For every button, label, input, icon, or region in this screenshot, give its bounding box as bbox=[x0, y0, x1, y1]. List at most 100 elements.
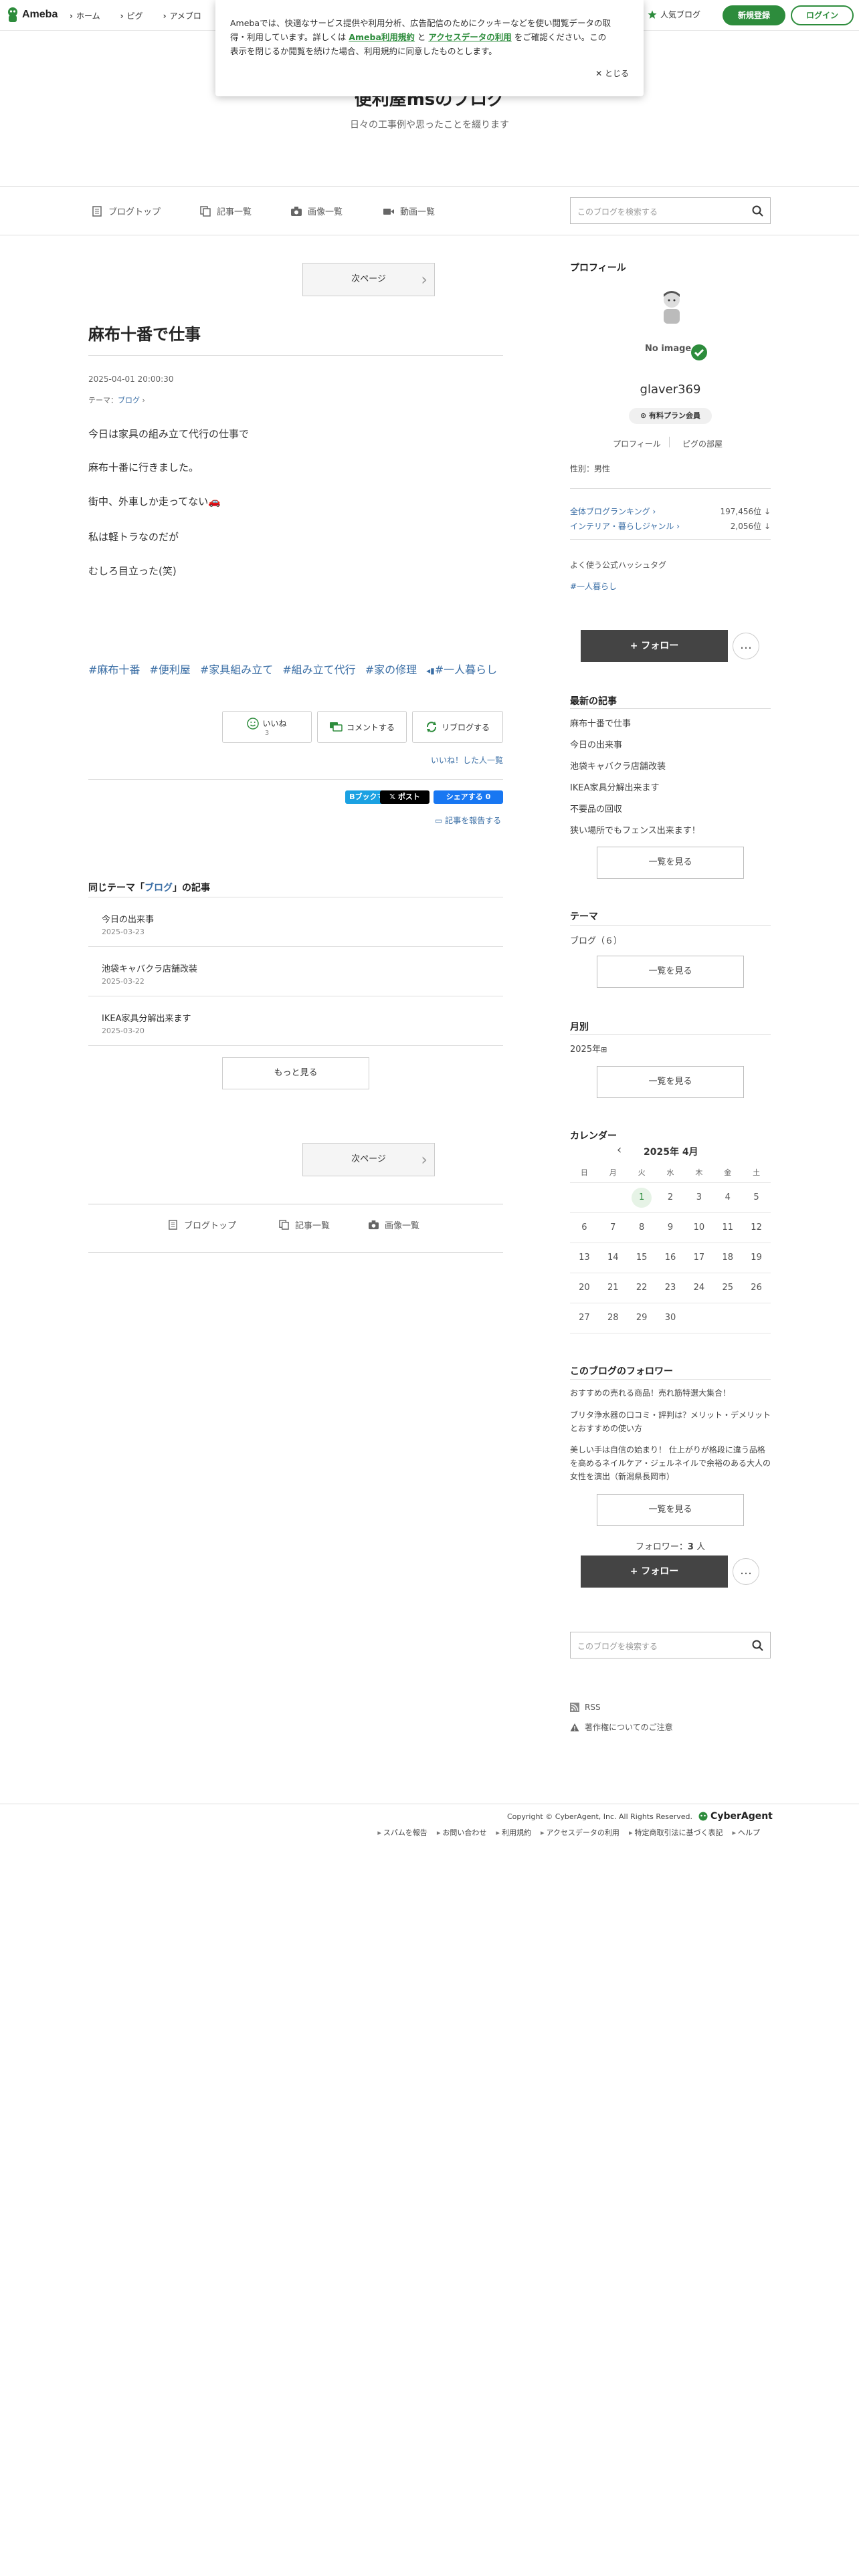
follower-count-value: 3 bbox=[687, 1542, 694, 1552]
cookie-text-line1: Amebaでは、快適なサービス提供や利用分析、広告配信のためにクッキーなどを使い… bbox=[230, 18, 611, 28]
nav-entry-list[interactable]: 記事一覧 bbox=[199, 205, 252, 217]
calendar-day: 27 bbox=[570, 1303, 599, 1333]
related-theme-link[interactable]: ブログ bbox=[145, 883, 173, 893]
bottom-nav-image-list[interactable]: 画像一覧 bbox=[368, 1218, 419, 1231]
hashtag-link[interactable]: #一人暮らし bbox=[570, 580, 617, 592]
logo-text: Ameba bbox=[22, 9, 58, 20]
hashtag-link[interactable]: #家具組み立て bbox=[200, 661, 273, 677]
related-item[interactable]: 池袋キャバクラ店舗改装 2025-03-22 bbox=[88, 947, 503, 996]
related-heading: 同じテーマ「ブログ」の記事 bbox=[88, 881, 210, 894]
genre-ranking-link[interactable]: インテリア・暮らしジャンル › bbox=[570, 520, 680, 532]
bottom-nav-entry-list[interactable]: 記事一覧 bbox=[278, 1218, 330, 1231]
more-related-button[interactable]: もっと見る bbox=[222, 1057, 369, 1089]
login-button[interactable]: ログイン bbox=[791, 5, 854, 25]
close-label: とじる bbox=[604, 69, 629, 78]
follower-post[interactable]: ブリタ浄水器の口コミ・評判は？メリット・デメリットとおすすめの使い方 bbox=[570, 1408, 771, 1435]
related-item[interactable]: IKEA家具分解出来ます 2025-03-20 bbox=[88, 996, 503, 1046]
theme-item[interactable]: ブログ（６） bbox=[570, 934, 622, 946]
like-button[interactable]: いいね 3 bbox=[222, 711, 312, 743]
nav-pigg[interactable]: ピグ bbox=[120, 10, 143, 21]
search-icon[interactable] bbox=[752, 205, 763, 217]
hashtag-link[interactable]: #麻布十番 bbox=[88, 661, 140, 677]
latest-entry[interactable]: 不要品の回収 bbox=[570, 802, 622, 815]
facebook-share-button[interactable]: シェアする 0 bbox=[434, 790, 503, 804]
rss-link[interactable]: RSS bbox=[570, 1703, 601, 1712]
hashtag-link[interactable]: #家の修理 bbox=[365, 661, 417, 677]
footer-link-help[interactable]: ヘルプ bbox=[732, 1827, 760, 1838]
more-options-button[interactable]: … bbox=[733, 633, 759, 659]
nav-ameblo[interactable]: アメブロ bbox=[163, 10, 201, 21]
nav-blog-top[interactable]: ブログトップ bbox=[91, 205, 161, 217]
calendar-heading: カレンダー bbox=[570, 1131, 617, 1142]
verified-check-icon bbox=[691, 344, 707, 360]
cookie-close-button[interactable]: ✕ とじる bbox=[595, 67, 629, 81]
calendar-day: 7 bbox=[598, 1212, 628, 1243]
follow-button-bottom[interactable]: + フォロー bbox=[581, 1555, 728, 1588]
footer-link-terms[interactable]: 利用規約 bbox=[496, 1827, 531, 1838]
footer-link-commercial-law[interactable]: 特定商取引法に基づく表記 bbox=[629, 1827, 723, 1838]
more-options-button-bottom[interactable]: … bbox=[733, 1558, 759, 1585]
follower-post[interactable]: おすすめの売れる商品！売れ筋特選大集合！ bbox=[570, 1387, 771, 1398]
latest-entry[interactable]: 麻布十番で仕事 bbox=[570, 716, 631, 729]
latest-entry[interactable]: 池袋キャバクラ店舗改装 bbox=[570, 759, 666, 772]
next-page-button-top[interactable]: 次ページ › bbox=[302, 263, 435, 296]
register-button[interactable]: 新規登録 bbox=[723, 5, 785, 25]
next-page-button-bottom[interactable]: 次ページ › bbox=[302, 1143, 435, 1176]
blog-search-input[interactable]: このブログを検索する bbox=[570, 197, 771, 224]
followers-list-button[interactable]: 一覧を見る bbox=[597, 1494, 744, 1526]
monthly-item[interactable]: 2025年⊞ bbox=[570, 1042, 607, 1055]
nav-home[interactable]: ホーム bbox=[70, 10, 100, 21]
username[interactable]: glaver369 bbox=[570, 383, 771, 397]
article-paragraph: 麻布十番に行きました。 bbox=[88, 461, 199, 473]
cyberagent-logo[interactable]: CyberAgent bbox=[698, 1811, 773, 1822]
calendar-prev-button[interactable]: ‹ bbox=[617, 1143, 622, 1157]
follow-button[interactable]: + フォロー bbox=[581, 630, 728, 662]
latest-list-button[interactable]: 一覧を見る bbox=[597, 847, 744, 879]
calendar-day: 29 bbox=[627, 1303, 656, 1333]
monthly-list-button[interactable]: 一覧を見る bbox=[597, 1066, 744, 1098]
access-data-link[interactable]: アクセスデータの利用 bbox=[428, 32, 511, 42]
reblog-label: リブログする bbox=[441, 722, 490, 732]
nav-video-list[interactable]: 動画一覧 bbox=[383, 205, 435, 217]
cyberagent-mascot-icon bbox=[698, 1812, 708, 1821]
article-title[interactable]: 麻布十番で仕事 bbox=[88, 321, 201, 344]
footer-link-spam[interactable]: スパムを報告 bbox=[377, 1827, 427, 1838]
popular-blogs-link[interactable]: 人気ブログ bbox=[648, 9, 700, 20]
related-item-title: 池袋キャバクラ店舗改装 bbox=[102, 964, 198, 974]
bottom-nav-blog-top[interactable]: ブログトップ bbox=[167, 1218, 236, 1231]
calendar-day-link[interactable]: 1 bbox=[632, 1187, 652, 1208]
hashtag-link[interactable]: ◂▮#一人暮らし bbox=[426, 661, 497, 677]
liked-users-link[interactable]: いいね！した人一覧 bbox=[431, 754, 503, 766]
latest-entry[interactable]: 狭い場所でもフェンス出来ます！ bbox=[570, 823, 700, 836]
reblog-button[interactable]: リブログする bbox=[412, 711, 503, 743]
hashtag-link[interactable]: #組み立て代行 bbox=[282, 661, 355, 677]
overall-ranking-link[interactable]: 全体ブログランキング › bbox=[570, 506, 656, 517]
terms-link[interactable]: Ameba利用規約 bbox=[349, 32, 415, 42]
copyright-notice-link[interactable]: 著作権についてのご注意 bbox=[570, 1721, 673, 1733]
search-icon[interactable] bbox=[752, 1640, 763, 1651]
latest-entry[interactable]: 今日の出来事 bbox=[570, 738, 622, 750]
nav-image-list[interactable]: 画像一覧 bbox=[290, 205, 343, 217]
theme-prefix: テーマ： bbox=[88, 396, 118, 405]
theme-link[interactable]: ブログ bbox=[118, 396, 140, 405]
follower-count-unit: 人 bbox=[693, 1542, 706, 1552]
latest-entry[interactable]: IKEA家具分解出来ます bbox=[570, 780, 659, 793]
theme-list-button[interactable]: 一覧を見る bbox=[597, 956, 744, 988]
calendar-week: 27 28 29 30 bbox=[570, 1303, 771, 1333]
related-item[interactable]: 今日の出来事 2025-03-23 bbox=[88, 897, 503, 947]
report-article-link[interactable]: ▭ 記事を報告する bbox=[435, 815, 501, 826]
x-post-button[interactable]: 𝕏 ポスト bbox=[380, 790, 430, 804]
ameba-logo[interactable]: Ameba bbox=[7, 7, 58, 23]
pigg-room-link[interactable]: ピグの部屋 bbox=[682, 438, 723, 449]
calendar-day-has-entry[interactable]: 1 bbox=[627, 1182, 656, 1213]
sidebar-search-input[interactable]: このブログを検索する bbox=[570, 1632, 771, 1658]
avatar[interactable]: No image bbox=[644, 286, 700, 354]
follower-post[interactable]: 美しい手は自信の始まり！ 仕上がりが格段に違う品格を高めるネイルケア・ジェルネイ… bbox=[570, 1443, 771, 1483]
footer-link-contact[interactable]: お問い合わせ bbox=[437, 1827, 486, 1838]
article-paragraph: 私は軽トラなのだが bbox=[88, 531, 179, 543]
like-count: 3 bbox=[264, 729, 270, 737]
hashtag-link[interactable]: #便利屋 bbox=[149, 661, 190, 677]
footer-link-access-data[interactable]: アクセスデータの利用 bbox=[541, 1827, 619, 1838]
comment-button[interactable]: コメントする bbox=[317, 711, 407, 743]
profile-link[interactable]: プロフィール bbox=[613, 438, 661, 449]
